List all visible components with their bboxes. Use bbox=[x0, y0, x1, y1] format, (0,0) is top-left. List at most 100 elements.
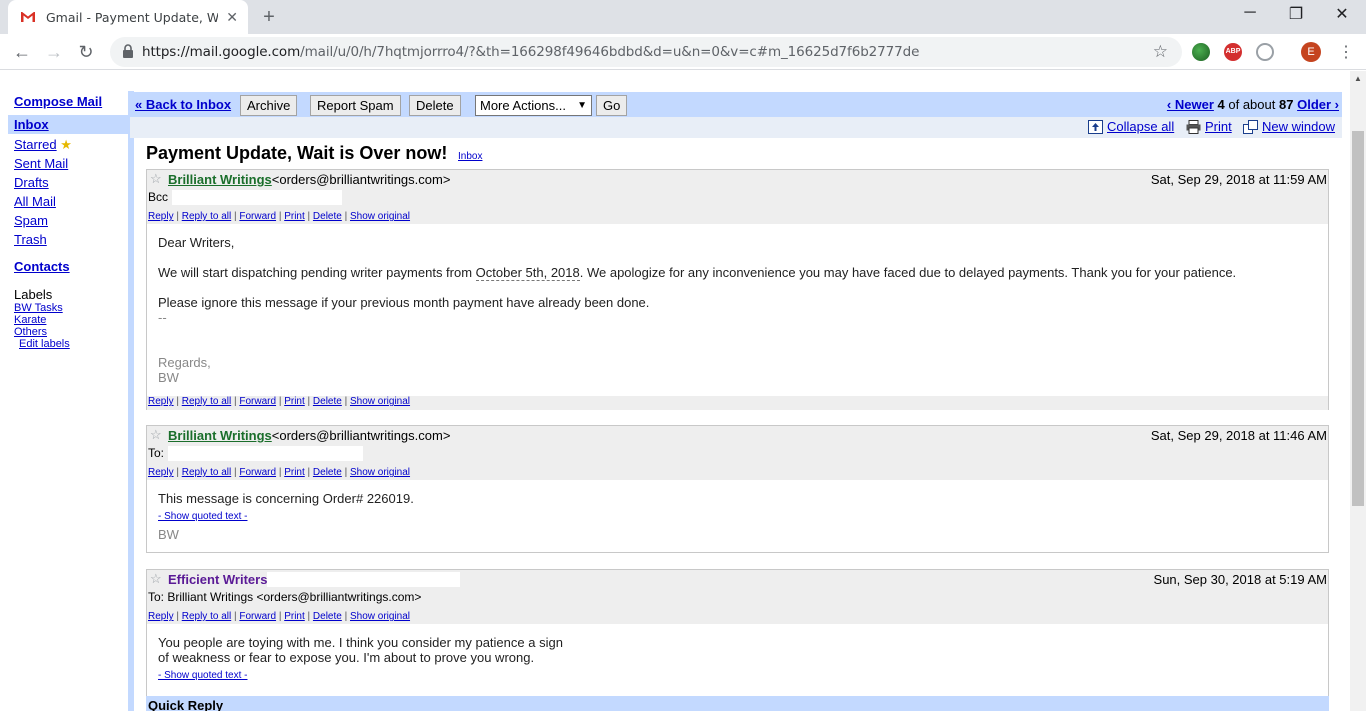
show-quoted-text-link[interactable]: - Show quoted text - bbox=[158, 668, 563, 683]
newer-link[interactable]: ‹ Newer bbox=[1167, 97, 1214, 112]
forward-link[interactable]: Forward bbox=[239, 611, 276, 622]
star-outline-icon[interactable]: ☆ bbox=[150, 171, 162, 187]
sidebar-item-spam[interactable]: Spam bbox=[14, 213, 48, 228]
older-link[interactable]: Older › bbox=[1297, 97, 1339, 112]
sender-name[interactable]: Brilliant Writings bbox=[168, 172, 272, 187]
recipient-line: To: Brilliant Writings <orders@brilliant… bbox=[148, 590, 422, 604]
reply-link[interactable]: Reply bbox=[148, 467, 174, 478]
sidebar-item-drafts[interactable]: Drafts bbox=[14, 175, 49, 190]
close-window-icon[interactable]: ✕ bbox=[1330, 4, 1354, 24]
signature-regards: Regards, bbox=[158, 355, 211, 370]
reply-link[interactable]: Reply bbox=[148, 396, 174, 407]
reply-link[interactable]: Reply bbox=[148, 611, 174, 622]
address-bar[interactable]: https://mail.google.com/mail/u/0/h/7hqtm… bbox=[110, 37, 1182, 67]
thread-subject: Payment Update, Wait is Over now! bbox=[146, 143, 448, 163]
print-link[interactable]: Print bbox=[284, 396, 305, 407]
edit-labels-link[interactable]: Edit labels bbox=[19, 338, 70, 350]
print-all-link[interactable]: Print bbox=[1186, 119, 1232, 134]
reply-all-link[interactable]: Reply to all bbox=[182, 211, 231, 222]
thread-position: 4 bbox=[1217, 97, 1225, 112]
browser-tab[interactable]: Gmail - Payment Update, Wait is ✕ bbox=[8, 0, 248, 34]
scroll-up-icon[interactable]: ▲ bbox=[1354, 74, 1362, 83]
delete-link[interactable]: Delete bbox=[313, 211, 342, 222]
back-arrow-icon[interactable]: ← bbox=[11, 41, 33, 63]
show-quoted-text-link[interactable]: - Show quoted text - bbox=[158, 509, 414, 524]
go-button[interactable]: Go bbox=[596, 95, 628, 116]
bookmark-star-icon[interactable]: ☆ bbox=[1153, 42, 1168, 62]
message-actions: Reply | Reply to all | Forward | Print |… bbox=[148, 467, 411, 478]
archive-button[interactable]: Archive bbox=[240, 95, 298, 116]
minimize-icon[interactable]: ─ bbox=[1238, 4, 1262, 22]
show-original-link[interactable]: Show original bbox=[350, 467, 410, 478]
thread-label-inbox[interactable]: Inbox bbox=[458, 151, 482, 162]
extension-cloud-icon[interactable] bbox=[1256, 43, 1274, 61]
sender-email: <orders@brilliantwritings.com> bbox=[271, 428, 451, 443]
new-tab-icon[interactable]: + bbox=[258, 6, 280, 28]
report-spam-button[interactable]: Report Spam bbox=[310, 95, 401, 116]
show-original-link[interactable]: Show original bbox=[350, 396, 410, 407]
sidebar-item-trash[interactable]: Trash bbox=[14, 232, 47, 247]
forward-link[interactable]: Forward bbox=[239, 467, 276, 478]
delete-link[interactable]: Delete bbox=[313, 467, 342, 478]
forward-link[interactable]: Forward bbox=[239, 396, 276, 407]
star-icon: ★ bbox=[60, 137, 72, 152]
more-actions-value: More Actions... bbox=[480, 98, 566, 113]
collapse-icon bbox=[1088, 119, 1103, 134]
labels-heading: Labels bbox=[14, 287, 53, 302]
sidebar-item-sent[interactable]: Sent Mail bbox=[14, 156, 68, 171]
more-actions-select[interactable]: More Actions... ▼ bbox=[475, 95, 592, 116]
print-link[interactable]: Print bbox=[284, 211, 305, 222]
star-outline-icon[interactable]: ☆ bbox=[150, 427, 162, 443]
reply-all-link[interactable]: Reply to all bbox=[182, 611, 231, 622]
message-body: Dear Writers, We will start dispatching … bbox=[158, 235, 1236, 385]
body-paragraph: Please ignore this message if your previ… bbox=[158, 295, 650, 310]
print-link[interactable]: Print bbox=[284, 467, 305, 478]
scrollbar-thumb[interactable] bbox=[1352, 131, 1364, 506]
page-scrollbar[interactable]: ▲ bbox=[1350, 71, 1366, 711]
reload-icon[interactable]: ↻ bbox=[75, 41, 97, 63]
collapse-all-link[interactable]: Collapse all bbox=[1088, 119, 1174, 134]
sidebar-item-starred[interactable]: Starred ★ bbox=[14, 137, 72, 153]
label-others[interactable]: Others bbox=[14, 326, 47, 338]
forward-link[interactable]: Forward bbox=[239, 211, 276, 222]
body-text: This message is concerning Order# 226019… bbox=[158, 491, 414, 506]
menu-dots-icon[interactable]: ⋮ bbox=[1338, 42, 1354, 62]
profile-avatar[interactable]: E bbox=[1301, 42, 1321, 62]
message-3: ☆ Efficient Writers Sun, Sep 30, 2018 at… bbox=[146, 569, 1329, 711]
sidebar-item-inbox[interactable]: Inbox bbox=[8, 115, 128, 134]
print-link[interactable]: Print bbox=[284, 611, 305, 622]
sidebar-item-all-mail[interactable]: All Mail bbox=[14, 194, 56, 209]
show-original-link[interactable]: Show original bbox=[350, 611, 410, 622]
adblock-icon[interactable]: ABP bbox=[1224, 43, 1242, 61]
delete-link[interactable]: Delete bbox=[313, 611, 342, 622]
delete-button[interactable]: Delete bbox=[409, 95, 461, 116]
signature: BW bbox=[158, 370, 179, 385]
star-outline-icon[interactable]: ☆ bbox=[150, 571, 162, 587]
sender-name[interactable]: Efficient Writers bbox=[168, 572, 267, 587]
sidebar-item-label[interactable]: Starred bbox=[14, 137, 57, 152]
sidebar-item-label[interactable]: Inbox bbox=[14, 117, 49, 132]
label-bw-tasks[interactable]: BW Tasks bbox=[14, 302, 63, 314]
message-actions: Reply | Reply to all | Forward | Print |… bbox=[148, 396, 411, 407]
delete-link[interactable]: Delete bbox=[313, 396, 342, 407]
message-actions: Reply | Reply to all | Forward | Print |… bbox=[148, 211, 411, 222]
new-window-link[interactable]: New window bbox=[1243, 119, 1335, 134]
label-karate[interactable]: Karate bbox=[14, 314, 46, 326]
redacted-field bbox=[172, 190, 343, 206]
back-to-inbox-link[interactable]: « Back to Inbox bbox=[135, 97, 231, 112]
reply-link[interactable]: Reply bbox=[148, 211, 174, 222]
contacts-link[interactable]: Contacts bbox=[14, 259, 70, 274]
compose-mail-link[interactable]: Compose Mail bbox=[14, 94, 102, 109]
close-tab-icon[interactable]: ✕ bbox=[226, 9, 238, 26]
reply-all-link[interactable]: Reply to all bbox=[182, 467, 231, 478]
reply-all-link[interactable]: Reply to all bbox=[182, 396, 231, 407]
thread-total: 87 bbox=[1279, 97, 1294, 112]
show-original-link[interactable]: Show original bbox=[350, 211, 410, 222]
sender-name[interactable]: Brilliant Writings bbox=[168, 428, 272, 443]
forward-arrow-icon[interactable]: → bbox=[43, 41, 65, 63]
message-header: ☆ Brilliant Writings<orders@brilliantwri… bbox=[147, 170, 1328, 224]
recipient-label: To: bbox=[148, 446, 165, 460]
restore-icon[interactable]: ❐ bbox=[1284, 4, 1308, 24]
new-window-icon bbox=[1243, 119, 1258, 134]
extension-globe-icon[interactable] bbox=[1192, 43, 1210, 61]
